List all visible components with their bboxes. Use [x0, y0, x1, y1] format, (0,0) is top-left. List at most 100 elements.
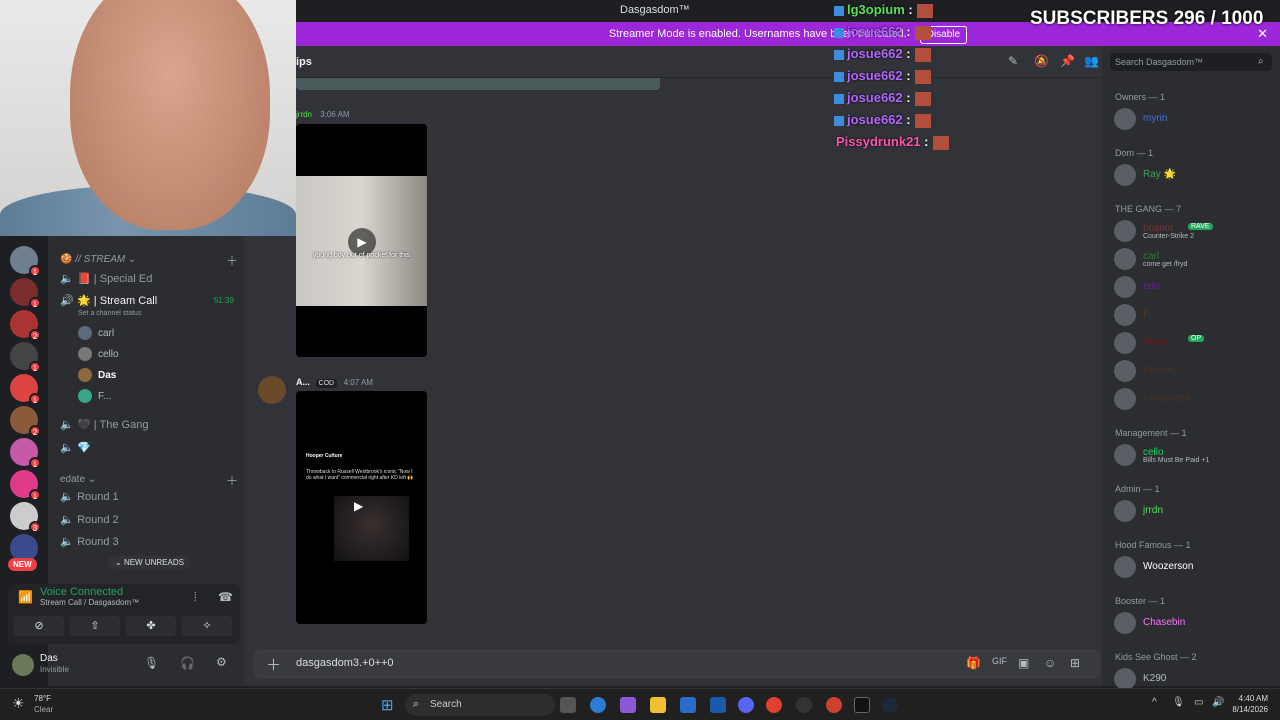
- server-icon[interactable]: 1: [10, 278, 41, 309]
- store-icon[interactable]: [710, 697, 726, 713]
- channel-the-gang[interactable]: 🔈 🖤 | The Gang: [60, 415, 240, 435]
- microphone-icon[interactable]: 🎙: [1172, 697, 1185, 708]
- terminal-icon[interactable]: [854, 697, 870, 713]
- gift-icon[interactable]: 🎁: [966, 656, 981, 670]
- network-icon[interactable]: ▭: [1194, 697, 1203, 708]
- member-item[interactable]: Woozerson: [1114, 554, 1274, 578]
- disconnect-icon[interactable]: ☎: [218, 590, 233, 604]
- channel-stream-call[interactable]: 🔊 🌟 | Stream Call 51:39: [60, 291, 240, 311]
- video-attachment[interactable]: ▶ young boy out of pocket for this: [296, 124, 427, 357]
- video-attachment[interactable]: Hooper Culture Throwback to Russell West…: [296, 391, 427, 624]
- taskbar-search[interactable]: ⌕ Search: [405, 694, 555, 716]
- voice-user[interactable]: F...: [78, 388, 111, 406]
- server-icon[interactable]: 1: [10, 342, 41, 373]
- voice-user[interactable]: Das: [78, 367, 116, 385]
- avatar[interactable]: [12, 654, 34, 676]
- message-input[interactable]: ＋ dasgasdom3.+0++0 🎁 GIF ▣ ☺ ⊞: [254, 649, 1100, 679]
- member-item[interactable]: Flesh OP: [1114, 330, 1274, 354]
- add-channel-icon[interactable]: ＋: [226, 252, 238, 269]
- channel-round-2[interactable]: 🔈 Round 2: [60, 510, 240, 530]
- avatar: [1114, 220, 1136, 242]
- server-icon[interactable]: 1: [10, 374, 41, 405]
- steam-icon[interactable]: [882, 697, 898, 713]
- member-item[interactable]: F...: [1114, 302, 1274, 326]
- edge-icon[interactable]: [590, 697, 606, 713]
- server-icon[interactable]: 2: [10, 406, 41, 437]
- avatar[interactable]: [258, 376, 286, 404]
- channel-gem[interactable]: 🔈 💎: [60, 438, 240, 458]
- server-icon[interactable]: 2: [10, 310, 41, 341]
- message-author[interactable]: jrrdn: [296, 110, 312, 119]
- voice-user[interactable]: cello: [78, 346, 119, 364]
- discord-icon[interactable]: [738, 697, 754, 713]
- task-view-icon[interactable]: [560, 697, 576, 713]
- prev-media: [296, 78, 660, 90]
- member-item[interactable]: edo: [1114, 274, 1274, 298]
- chrome-icon[interactable]: [766, 697, 782, 713]
- headphones-icon[interactable]: 🎧: [180, 656, 195, 670]
- gear-icon[interactable]: ⚙: [216, 655, 227, 669]
- category-header[interactable]: edate ⌄: [60, 474, 96, 485]
- members-icon[interactable]: 👥: [1084, 54, 1099, 68]
- microphone-icon[interactable]: 🎙: [144, 656, 159, 670]
- soundboard-button[interactable]: ✧: [182, 616, 232, 636]
- member-item[interactable]: carl come get /fryd: [1114, 246, 1274, 270]
- clock-date[interactable]: 8/14/2026: [1226, 705, 1268, 714]
- member-name: Kenicky: [1143, 365, 1179, 376]
- camera-button[interactable]: ⊘: [14, 616, 64, 636]
- member-item[interactable]: K290: [1114, 666, 1274, 690]
- signal-icon[interactable]: 📶: [18, 590, 33, 604]
- new-unreads-button[interactable]: ⌄ NEW UNREADS: [108, 556, 191, 569]
- chevron-up-icon[interactable]: ^: [1152, 697, 1157, 708]
- member-item[interactable]: Kenicky: [1114, 358, 1274, 382]
- activities-button[interactable]: ✤: [126, 616, 176, 636]
- user-status: Invisible: [40, 665, 69, 674]
- member-item[interactable]: cello Bills Must Be Paid +1: [1114, 442, 1274, 466]
- member-item[interactable]: Ray 🌟: [1114, 162, 1274, 186]
- member-item[interactable]: myrin: [1114, 106, 1274, 130]
- emote-icon: [914, 91, 931, 106]
- member-item[interactable]: Chasebin: [1114, 610, 1274, 634]
- voice-channel[interactable]: Stream Call / Dasgasdom™: [40, 598, 139, 607]
- apps-icon[interactable]: ⊞: [1070, 656, 1080, 670]
- video-caption: young boy out of pocket for this: [312, 252, 411, 259]
- voice-status: Voice Connected: [40, 586, 124, 598]
- badge-icon: [834, 5, 844, 16]
- member-item[interactable]: jrrdn: [1114, 498, 1274, 522]
- search-input[interactable]: Search Dasgasdom™: [1110, 53, 1272, 71]
- member-item[interactable]: whoisfresh: [1114, 386, 1274, 410]
- chrome-icon[interactable]: [826, 697, 842, 713]
- outlook-icon[interactable]: [680, 697, 696, 713]
- channel-round-3[interactable]: 🔈 Round 3: [60, 532, 240, 552]
- add-attachment-icon[interactable]: ＋: [266, 654, 281, 675]
- new-unreads-pill[interactable]: NEW: [8, 558, 37, 571]
- sticker-icon[interactable]: ▣: [1018, 656, 1029, 670]
- volume-icon[interactable]: 🔊: [1212, 697, 1224, 708]
- play-icon[interactable]: ▶: [354, 499, 363, 513]
- file-explorer-icon[interactable]: [650, 697, 666, 713]
- channel-round-1[interactable]: 🔈 Round 1: [60, 487, 240, 507]
- card-title: Hooper Culture: [306, 453, 343, 459]
- start-icon[interactable]: ⊞: [381, 696, 394, 714]
- weather-icon[interactable]: ☀: [12, 695, 25, 712]
- obs-icon[interactable]: [796, 697, 812, 713]
- server-icon[interactable]: 1: [10, 438, 41, 469]
- pin-icon[interactable]: 📌: [1060, 54, 1075, 68]
- server-icon[interactable]: 1: [10, 470, 41, 501]
- mute-icon[interactable]: 🔕: [1034, 54, 1049, 68]
- member-item[interactable]: bcanor RAVE Counter-Strike 2: [1114, 218, 1274, 242]
- screen-share-button[interactable]: ⇧: [70, 616, 120, 636]
- emote-icon: [914, 113, 931, 128]
- channel-status[interactable]: Set a channel status: [78, 310, 141, 317]
- voice-user[interactable]: carl: [78, 325, 114, 343]
- server-icon[interactable]: 3: [10, 502, 41, 533]
- noise-suppression-icon[interactable]: ⦙: [194, 590, 197, 605]
- category-header[interactable]: 🍪 // STREAM ⌄: [60, 254, 136, 265]
- emoji-icon[interactable]: ☺: [1044, 656, 1056, 670]
- copilot-icon[interactable]: [620, 697, 636, 713]
- server-icon[interactable]: 1: [10, 246, 41, 277]
- gif-icon[interactable]: GIF: [992, 656, 1007, 666]
- clock-time[interactable]: 4:40 AM: [1232, 694, 1268, 703]
- message-author[interactable]: A...: [296, 377, 310, 387]
- channel-special-ed[interactable]: 🔈 📕 | Special Ed: [60, 269, 240, 289]
